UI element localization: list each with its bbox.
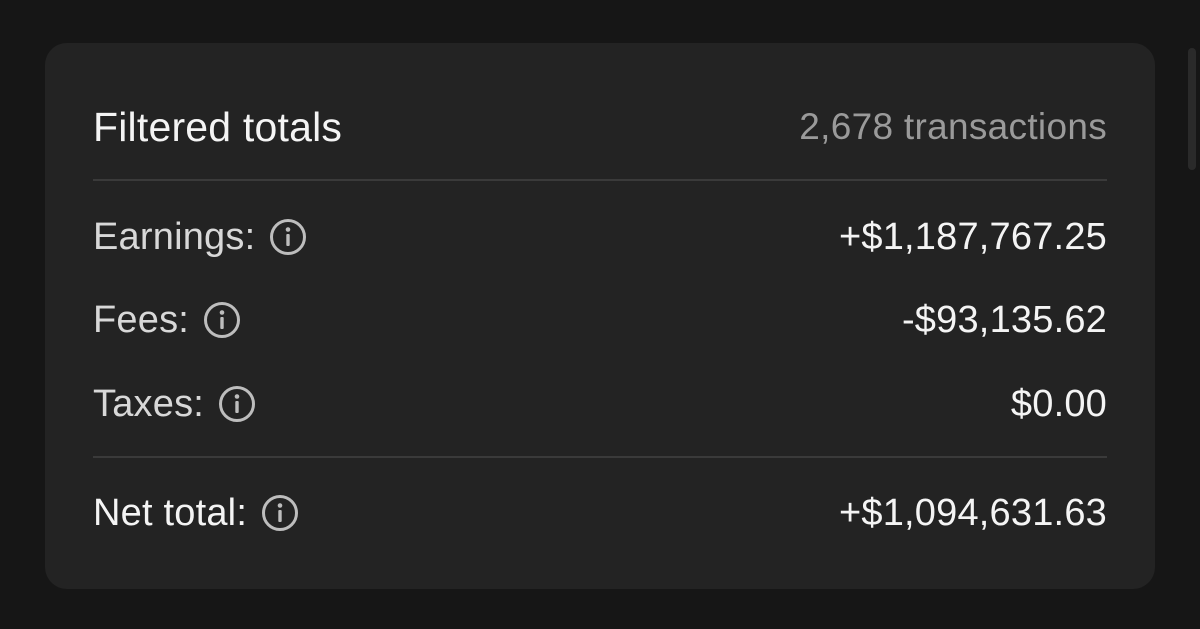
taxes-value: $0.00	[1010, 382, 1107, 425]
fees-value: -$93,135.62	[901, 298, 1107, 341]
net-total-value: +$1,094,631.63	[838, 491, 1107, 534]
filtered-totals-card: Filtered totals 2,678 transactions Earni…	[45, 43, 1155, 589]
totals-divider	[93, 456, 1107, 458]
taxes-label: Taxes:	[93, 382, 205, 425]
taxes-label-group: Taxes:	[93, 383, 256, 426]
earnings-label: Earnings:	[93, 215, 256, 258]
card-header: Filtered totals 2,678 transactions	[93, 99, 1107, 155]
scrollbar[interactable]	[1188, 48, 1196, 170]
fees-label: Fees:	[93, 298, 190, 341]
net-total-row: Net total: +$1,094,631.63	[93, 485, 1107, 541]
fees-label-group: Fees:	[93, 299, 241, 342]
earnings-row: Earnings: +$1,187,767.25	[93, 209, 1107, 265]
net-total-info-icon[interactable]	[261, 494, 299, 532]
page: Filtered totals 2,678 transactions Earni…	[0, 0, 1200, 629]
earnings-info-icon[interactable]	[269, 218, 307, 256]
fees-row: Fees: -$93,135.62	[93, 292, 1107, 348]
earnings-value: +$1,187,767.25	[838, 215, 1107, 258]
fees-info-icon[interactable]	[203, 301, 241, 339]
net-total-label: Net total:	[93, 491, 248, 534]
card-title: Filtered totals	[93, 103, 343, 150]
header-divider	[93, 179, 1107, 181]
taxes-row: Taxes: $0.00	[93, 376, 1107, 432]
earnings-label-group: Earnings:	[93, 216, 307, 259]
transaction-count: 2,678 transactions	[799, 106, 1107, 147]
taxes-info-icon[interactable]	[218, 385, 256, 423]
net-total-label-group: Net total:	[93, 492, 299, 535]
